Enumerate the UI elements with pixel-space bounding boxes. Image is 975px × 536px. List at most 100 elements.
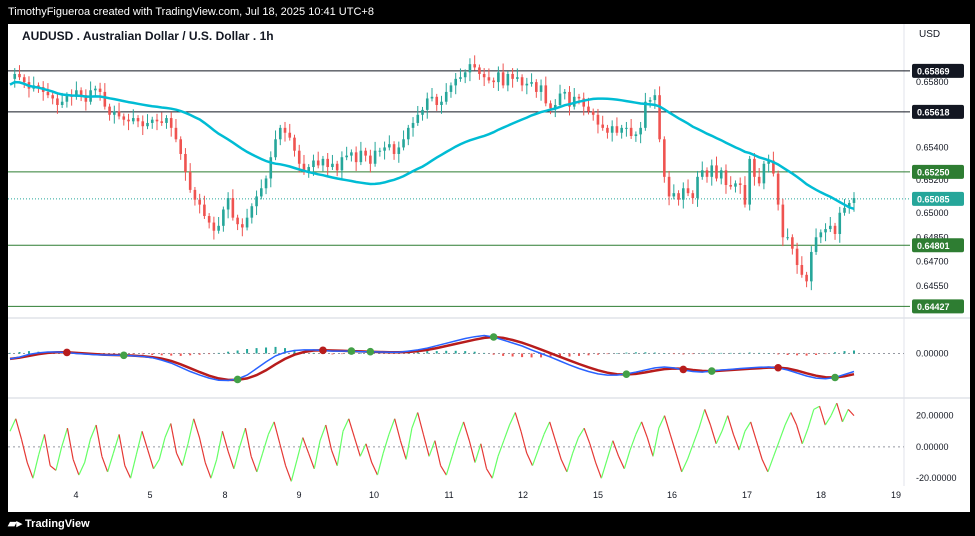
price-level-label: 0.65618 (917, 107, 950, 117)
oscillator-segment (468, 440, 476, 463)
candle-body (212, 222, 216, 231)
candle-body (596, 114, 600, 125)
macd-signal-line (9, 335, 855, 382)
candle-body (184, 153, 187, 172)
candle-body (828, 225, 832, 230)
oscillator-segment (497, 440, 505, 457)
oscillator-segment (595, 462, 602, 479)
candle-body (487, 77, 491, 81)
candle-body (606, 127, 609, 133)
x-tick-label: 5 (147, 490, 152, 500)
oscillator-segment (388, 418, 396, 435)
x-tick-label: 15 (593, 490, 603, 500)
candle-body (587, 106, 590, 112)
candle-body (710, 165, 714, 177)
y-tick-label: 0.65000 (916, 208, 949, 218)
oscillator-segment (652, 428, 660, 457)
macd-histogram-bar (843, 351, 846, 354)
header-bar: TimothyFigueroa created with TradingView… (0, 0, 975, 24)
macd-line (9, 334, 855, 382)
macd-histogram-bar (834, 352, 837, 354)
candle-body (615, 126, 619, 133)
candle-body (94, 88, 97, 91)
oscillator-segment (307, 452, 315, 470)
candle-body (335, 163, 339, 171)
crossover-dot (774, 363, 782, 372)
price-level-label: 0.65250 (917, 167, 950, 177)
oscillator-segment (72, 459, 80, 476)
macd-histogram-bar (9, 352, 11, 354)
oscillator-segment (129, 454, 137, 479)
oscillator-segment (89, 424, 97, 440)
candle-body (833, 225, 837, 234)
currency-label[interactable]: USD (919, 29, 940, 40)
oscillator-segment (49, 465, 57, 471)
oscillator-segment (78, 462, 86, 476)
oscillator-segment (836, 402, 844, 423)
candle-body (359, 150, 363, 163)
candle-body (644, 101, 647, 128)
macd-histogram-bar (682, 353, 685, 355)
oscillator-segment (32, 454, 40, 479)
macd-histogram-bar (596, 353, 599, 355)
macd-histogram-bar (691, 353, 694, 355)
macd-histogram-bar (511, 353, 514, 357)
candle-body (634, 134, 638, 137)
x-tick-label: 9 (296, 490, 301, 500)
oscillator-segment (216, 431, 224, 460)
macd-histogram-bar (331, 353, 334, 355)
footer-brand: TradingView (25, 518, 90, 530)
oscillator-segment (658, 415, 666, 429)
oscillator-segment (704, 409, 712, 426)
oscillator-segment (61, 427, 68, 448)
oscillator-segment (841, 409, 849, 423)
oscillator-segment (302, 437, 310, 454)
oscillator-segment (9, 418, 17, 432)
oscillator-segment (560, 459, 568, 473)
logo-mark-icon: ▰▸ (8, 518, 26, 530)
candle-body (672, 193, 676, 197)
candle-body (373, 150, 377, 164)
oscillator-segment (445, 456, 453, 476)
macd-histogram-bar (767, 353, 770, 354)
y-tick-label: 0.65400 (916, 142, 949, 152)
macd-histogram-bar (255, 348, 258, 354)
macd-histogram-bar (132, 353, 135, 355)
oscillator-segment (698, 409, 706, 429)
chart-panel[interactable]: 0.65800 0.65400 0.65200 0.65000 0.64850 0.647… (8, 24, 970, 512)
candle-body (478, 67, 481, 74)
candle-body (691, 193, 695, 199)
macd-histogram-bar (720, 352, 723, 354)
candle-body (639, 127, 642, 135)
candle-body (169, 118, 173, 128)
oscillator-segment (526, 452, 534, 466)
oscillator-segment (193, 418, 201, 438)
oscillator-segment (641, 421, 648, 438)
candle-body (179, 139, 182, 154)
macd-histogram-bar (853, 350, 855, 354)
macd-histogram-bar (653, 352, 656, 354)
candle-body (406, 127, 410, 140)
oscillator-segment (267, 421, 275, 435)
macd-histogram-bar (587, 353, 590, 356)
macd-histogram-bar (644, 352, 647, 354)
chart-canvas[interactable]: 0.658000.654000.652000.650000.648500.647… (8, 24, 970, 512)
footer-bar: ▰▸ TradingView (0, 512, 975, 536)
oscillator-segment (26, 462, 34, 479)
oscillator-segment (313, 440, 321, 469)
x-tick-label: 11 (444, 490, 453, 500)
candle-body (482, 73, 486, 78)
candle-body (743, 185, 747, 205)
price-level-label: 0.65085 (917, 194, 950, 204)
oscillator-segment (818, 406, 826, 426)
crossover-dot (707, 367, 716, 375)
macd-histogram-bar (18, 352, 21, 354)
candle-body (629, 127, 633, 137)
candle-body (388, 144, 391, 148)
oscillator-segment (503, 424, 511, 441)
oscillator-segment (43, 434, 51, 466)
candle-body (165, 118, 168, 123)
candle-body (141, 121, 145, 127)
oscillator-segment (359, 443, 367, 457)
candle-body (131, 118, 135, 122)
